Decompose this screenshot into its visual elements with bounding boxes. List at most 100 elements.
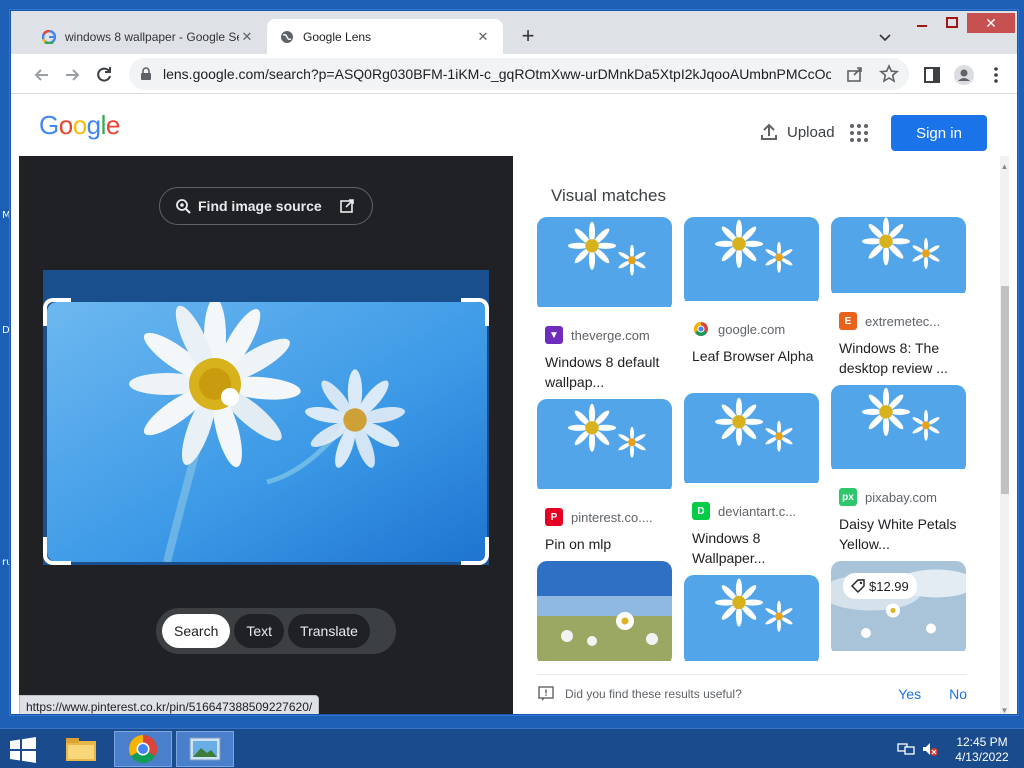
match-source-row[interactable]: px pixabay.com (831, 488, 966, 506)
feedback-icon (537, 685, 555, 703)
minimize-button[interactable] (907, 13, 937, 33)
apps-grid-icon[interactable] (849, 123, 869, 143)
match-title[interactable]: Leaf Browser Alpha (684, 346, 819, 366)
visual-matches-panel: Visual matches ▼ theverge.com Windows 8 de… (513, 156, 1009, 714)
start-button[interactable] (8, 737, 38, 763)
tab-search-chevron-icon[interactable] (875, 27, 895, 47)
results-scrollbar[interactable]: ▲ ▼ (1000, 156, 1009, 714)
globe-icon (279, 29, 295, 45)
match-title[interactable]: Daisy White Petals Yellow... (831, 514, 966, 554)
upload-button[interactable]: Upload (759, 122, 835, 142)
match-thumbnail[interactable]: $12.99 (831, 561, 966, 656)
tab-google-search[interactable]: windows 8 wallpaper - Google Se ✕ (29, 19, 267, 54)
tab-title: windows 8 wallpaper - Google Se (65, 29, 239, 44)
visual-match-card[interactable]: Ppinterest.co.... Pin on mlp (537, 399, 672, 554)
file-explorer-icon[interactable] (52, 731, 110, 767)
match-source-row[interactable]: Ppinterest.co.... (537, 508, 672, 526)
reload-icon[interactable] (93, 64, 115, 86)
match-source-row[interactable]: Ddeviantart.c... (684, 502, 819, 520)
match-thumbnail[interactable] (684, 575, 819, 666)
match-thumbnail[interactable] (537, 561, 672, 666)
feedback-yes-button[interactable]: Yes (898, 686, 921, 702)
network-icon[interactable] (897, 741, 915, 757)
crop-region[interactable] (43, 270, 489, 565)
desktop-icon-label-fragment: D (2, 325, 10, 336)
forward-arrow-icon[interactable] (61, 64, 83, 86)
system-clock[interactable]: 12:45 PM 4/13/2022 (950, 735, 1014, 765)
chrome-taskbar-icon[interactable] (114, 731, 172, 767)
new-tab-button[interactable]: + (516, 25, 540, 49)
site-favicon-icon: px (839, 488, 857, 506)
crop-handle-bottom-right[interactable] (461, 537, 489, 565)
match-source-domain: pinterest.co.... (571, 509, 653, 525)
tab-title: Google Lens (303, 29, 372, 44)
match-source-row[interactable]: google.com (684, 320, 819, 338)
match-thumbnail[interactable] (684, 217, 819, 306)
match-source-domain: deviantart.c... (718, 503, 797, 519)
url-text[interactable]: lens.google.com/search?p=ASQ0Rg030BFM-1i… (163, 66, 831, 82)
browser-toolbar: lens.google.com/search?p=ASQ0Rg030BFM-1i… (11, 54, 1017, 94)
match-thumbnail[interactable] (537, 217, 672, 312)
bookmark-star-icon[interactable] (879, 64, 899, 84)
share-icon[interactable] (845, 64, 865, 84)
lens-mode-switcher: Search Text Translate (156, 608, 396, 654)
upload-icon (759, 122, 779, 142)
logo-letter: o (72, 110, 87, 140)
visual-match-card[interactable]: Ddeviantart.c... Windows 8 Wallpaper... (684, 393, 819, 568)
tab-google-lens[interactable]: Google Lens ✕ (267, 19, 503, 54)
side-panel-icon[interactable] (921, 64, 943, 86)
photos-viewer-taskbar-icon[interactable] (176, 731, 234, 767)
mode-search-button[interactable]: Search (162, 614, 231, 648)
price-tag-icon (851, 579, 865, 593)
sign-in-button[interactable]: Sign in (891, 115, 987, 151)
profile-avatar-icon[interactable] (953, 64, 975, 86)
match-thumbnail[interactable] (831, 217, 966, 298)
logo-letter: e (105, 110, 120, 140)
match-title[interactable]: Pin on mlp (537, 534, 672, 554)
match-title[interactable]: Windows 8: The desktop review ... (831, 338, 966, 378)
crop-handle-top-right[interactable] (461, 298, 489, 326)
link-status-bar: https://www.pinterest.co.kr/pin/51664738… (19, 695, 320, 714)
match-thumbnail[interactable] (537, 399, 672, 494)
mode-text-button[interactable]: Text (234, 614, 285, 648)
visual-match-card[interactable]: px pixabay.com Daisy White Petals Yellow..… (831, 385, 966, 554)
scroll-up-arrow-icon[interactable]: ▲ (1000, 162, 1009, 171)
lock-icon[interactable] (139, 67, 153, 81)
clock-time: 12:45 PM (956, 735, 1008, 749)
visual-match-card[interactable]: ▼ theverge.com Windows 8 default wallpap..… (537, 217, 672, 392)
site-favicon-icon (692, 320, 710, 338)
match-source-row[interactable]: ▼ theverge.com (537, 326, 672, 344)
scrollbar-thumb[interactable] (1001, 286, 1009, 494)
match-source-row[interactable]: Eextremetec... (831, 312, 966, 330)
address-bar[interactable]: lens.google.com/search?p=ASQ0Rg030BFM-1i… (129, 58, 909, 90)
feedback-no-button[interactable]: No (949, 686, 967, 702)
back-arrow-icon[interactable] (31, 64, 53, 86)
site-favicon-icon: D (692, 502, 710, 520)
match-thumbnail[interactable] (684, 393, 819, 488)
scroll-down-arrow-icon[interactable]: ▼ (1000, 706, 1009, 714)
focus-point-dot[interactable] (221, 388, 239, 406)
close-tab-icon[interactable]: ✕ (239, 29, 255, 45)
match-title[interactable]: Windows 8 Wallpaper... (684, 528, 819, 568)
mode-translate-button[interactable]: Translate (288, 614, 370, 648)
find-image-source-label: Find image source (198, 198, 322, 214)
visual-match-card[interactable] (684, 575, 819, 666)
volume-muted-icon[interactable] (921, 741, 939, 757)
find-image-source-button[interactable]: Find image source (159, 187, 373, 225)
crop-handle-bottom-left[interactable] (43, 537, 71, 565)
google-header: Google Upload Sign in (19, 95, 1009, 156)
crop-handle-top-left[interactable] (43, 298, 71, 326)
match-title[interactable]: Windows 8 default wallpap... (537, 352, 672, 392)
match-thumbnail[interactable] (831, 385, 966, 474)
maximize-button[interactable] (937, 13, 967, 33)
visual-match-card[interactable]: $12.99 (831, 561, 966, 656)
visual-match-card[interactable] (537, 561, 672, 666)
google-logo[interactable]: Google (39, 110, 120, 141)
close-window-button[interactable]: ✕ (967, 13, 1015, 33)
visual-match-card[interactable]: Eextremetec... Windows 8: The desktop rev… (831, 217, 966, 378)
close-tab-icon[interactable]: ✕ (475, 29, 491, 45)
selected-image (47, 302, 487, 562)
kebab-menu-icon[interactable] (985, 64, 1007, 86)
site-favicon-icon: E (839, 312, 857, 330)
visual-match-card[interactable]: google.com Leaf Browser Alpha (684, 217, 819, 366)
